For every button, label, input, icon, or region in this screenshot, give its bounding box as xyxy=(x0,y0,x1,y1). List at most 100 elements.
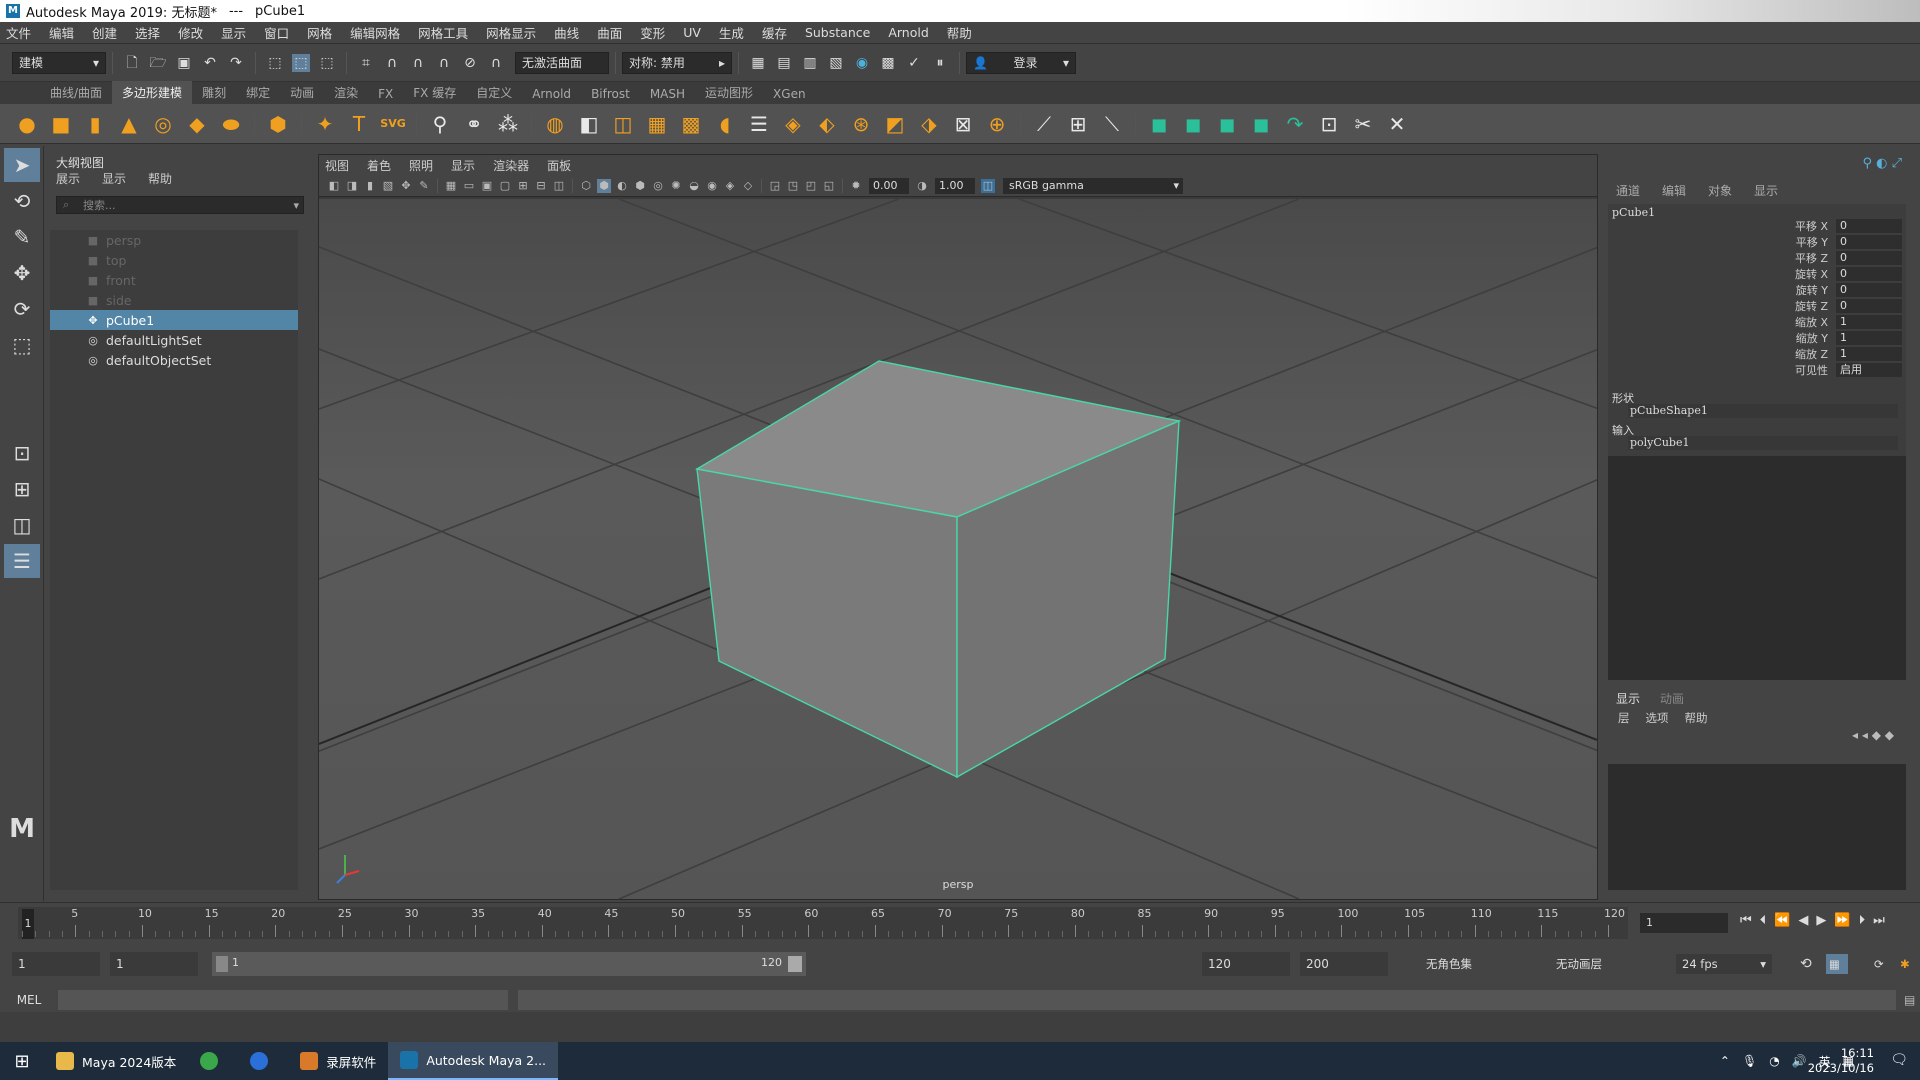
undo-icon[interactable]: ↶ xyxy=(201,54,219,72)
shadows-icon[interactable]: ◒ xyxy=(687,179,701,193)
menu-item[interactable]: 网格显示 xyxy=(486,23,536,42)
target-weld-icon[interactable]: ⬖ xyxy=(814,111,840,137)
loop-icon[interactable]: ⟲ xyxy=(1794,954,1812,974)
channel-attribute-value[interactable]: 启用 xyxy=(1836,363,1902,377)
menu-item[interactable]: 窗口 xyxy=(264,23,289,42)
safe-title-icon[interactable]: ◫ xyxy=(552,179,566,193)
menu-item[interactable]: 曲线 xyxy=(554,23,579,42)
poly-reduce-icon[interactable]: ◼ xyxy=(1146,111,1172,137)
paint-weights-icon[interactable]: ⟍ xyxy=(1099,111,1125,137)
channel-attribute-row[interactable]: 旋转 X 0 xyxy=(1778,266,1904,282)
select-by-component-icon[interactable]: ⬚ xyxy=(318,54,336,72)
step-forward-frame-icon[interactable]: ⏵ xyxy=(1859,913,1874,928)
menu-item[interactable]: 编辑网格 xyxy=(350,23,400,42)
layer-tab[interactable]: 动画 xyxy=(1660,690,1684,707)
channel-attribute-value[interactable]: 0 xyxy=(1836,219,1902,233)
taskbar-item[interactable]: Maya 2024版本 xyxy=(44,1042,188,1080)
channel-attribute-value[interactable]: 1 xyxy=(1836,331,1902,345)
channel-attribute-value[interactable]: 0 xyxy=(1836,235,1902,249)
taskbar-item[interactable] xyxy=(188,1042,238,1080)
new-scene-icon[interactable]: 🗋 xyxy=(123,54,141,72)
playback-end-field[interactable]: 120 xyxy=(1202,952,1290,976)
layer-menu-item[interactable]: 层 xyxy=(1618,710,1630,726)
type-icon[interactable]: T xyxy=(346,111,372,137)
shelf-tab[interactable]: 绑定 xyxy=(236,81,280,104)
new-layer-icon[interactable]: ◆ xyxy=(1872,728,1881,742)
taskbar-item[interactable] xyxy=(238,1042,288,1080)
paint-select-tool-icon[interactable]: ✎ xyxy=(4,220,40,254)
menu-item[interactable]: Substance xyxy=(805,25,870,40)
safe-action-icon[interactable]: ⊟ xyxy=(534,179,548,193)
symmetry-dropdown[interactable]: 对称: 禁用 ▸ xyxy=(622,51,732,74)
step-forward-key-icon[interactable]: ⏩ xyxy=(1834,913,1858,928)
super-shape-icon[interactable]: ✦ xyxy=(312,111,338,137)
anim-layer-dropdown[interactable]: 无动画层 xyxy=(1550,954,1650,974)
shelf-tab[interactable]: 渲染 xyxy=(324,81,368,104)
auto-key-icon[interactable]: ▦ xyxy=(1826,954,1848,974)
menu-item[interactable]: 生成 xyxy=(719,23,744,42)
script-editor-icon[interactable]: ▤ xyxy=(1904,993,1915,1007)
poly-cleanup-icon[interactable]: ◼ xyxy=(1180,111,1206,137)
pause-icon[interactable]: ⏸ xyxy=(931,54,949,72)
channel-attribute-row[interactable]: 缩放 X 1 xyxy=(1778,314,1904,330)
append-polygon-icon[interactable]: ◖ xyxy=(712,111,738,137)
shelf-tab[interactable]: XGen xyxy=(763,84,816,104)
channel-attribute-value[interactable]: 0 xyxy=(1836,267,1902,281)
textured-icon[interactable]: ◎ xyxy=(651,179,665,193)
poly-cone-icon[interactable]: ▲ xyxy=(116,111,142,137)
animation-start-field[interactable]: 1 xyxy=(12,952,100,976)
channel-attribute-row[interactable]: 旋转 Z 0 xyxy=(1778,298,1904,314)
menu-item[interactable]: 文件 xyxy=(6,23,31,42)
windows-start-icon[interactable]: ⊞ xyxy=(0,1051,44,1072)
channel-attribute-row[interactable]: 旋转 Y 0 xyxy=(1778,282,1904,298)
outliner-search-input[interactable]: ⌕ 搜索... ▾ xyxy=(56,196,304,214)
quad-draw-icon[interactable]: ◩ xyxy=(882,111,908,137)
exposure-icon[interactable]: ✹ xyxy=(849,179,863,193)
snap-to-curve-icon[interactable]: ∩ xyxy=(383,54,401,72)
step-back-frame-icon[interactable]: ⏴ xyxy=(1760,913,1775,928)
bevel-icon[interactable]: ▦ xyxy=(644,111,670,137)
extrude-icon[interactable]: ◫ xyxy=(610,111,636,137)
uv-editor-icon[interactable]: ⊠ xyxy=(950,111,976,137)
select-tool-icon[interactable]: ➤ xyxy=(4,148,40,182)
channel-box-menu-item[interactable]: 显示 xyxy=(1754,182,1778,199)
channel-attribute-row[interactable]: 可见性 启用 xyxy=(1778,362,1904,378)
menu-item[interactable]: 显示 xyxy=(221,23,246,42)
viewport-menu-item[interactable]: 面板 xyxy=(547,157,571,174)
shape-node[interactable]: pCubeShape1 xyxy=(1628,404,1898,418)
shelf-tab[interactable]: Bifrost xyxy=(581,84,640,104)
channel-box-menu-item[interactable]: 对象 xyxy=(1708,182,1732,199)
preferences-icon[interactable]: ⟳ xyxy=(1868,954,1884,974)
outliner-menu-item[interactable]: 显示 xyxy=(102,170,126,190)
settings-icon[interactable]: ✱ xyxy=(1894,954,1910,974)
redo-icon[interactable]: ↷ xyxy=(227,54,245,72)
xray-joints-icon[interactable]: ◰ xyxy=(804,179,818,193)
range-end-handle[interactable] xyxy=(788,956,802,972)
microphone-icon[interactable]: 🎙 xyxy=(1742,1054,1757,1068)
ambient-occlusion-icon[interactable]: ◉ xyxy=(705,179,719,193)
channel-attribute-value[interactable]: 0 xyxy=(1836,283,1902,297)
offset-edge-loop-icon[interactable]: ⬗ xyxy=(916,111,942,137)
two-pane-icon[interactable]: ◫ xyxy=(4,508,40,542)
outliner-item[interactable]: ■ persp xyxy=(50,230,298,250)
menu-item[interactable]: 缓存 xyxy=(762,23,787,42)
fill-hole-icon[interactable]: ☰ xyxy=(746,111,772,137)
layer-menu-item[interactable]: 选项 xyxy=(1646,710,1669,726)
shelf-tab[interactable]: 曲线/曲面 xyxy=(40,81,112,104)
svg-icon[interactable]: SVG xyxy=(380,111,406,137)
bridge-icon[interactable]: ▩ xyxy=(678,111,704,137)
platonic-solid-icon[interactable]: ⬢ xyxy=(265,111,291,137)
shelf-tab[interactable]: Arnold xyxy=(522,84,581,104)
step-back-key-icon[interactable]: ⏪ xyxy=(1774,913,1798,928)
bookmark-icon[interactable]: ▮ xyxy=(363,179,377,193)
image-plane-icon[interactable]: ▧ xyxy=(381,179,395,193)
outliner-menu-item[interactable]: 帮助 xyxy=(148,170,172,190)
character-set-dropdown[interactable]: 无角色集 xyxy=(1420,954,1540,974)
notification-icon[interactable]: 🗨 xyxy=(1890,1052,1908,1068)
default-material-icon[interactable]: ◐ xyxy=(615,179,629,193)
mel-label[interactable]: MEL xyxy=(0,993,58,1007)
multi-cut-icon[interactable]: ◈ xyxy=(780,111,806,137)
channel-box-menu-item[interactable]: 编辑 xyxy=(1662,182,1686,199)
outliner-item[interactable]: ◎ defaultLightSet xyxy=(50,330,298,350)
resolution-gate-icon[interactable]: ▣ xyxy=(480,179,494,193)
